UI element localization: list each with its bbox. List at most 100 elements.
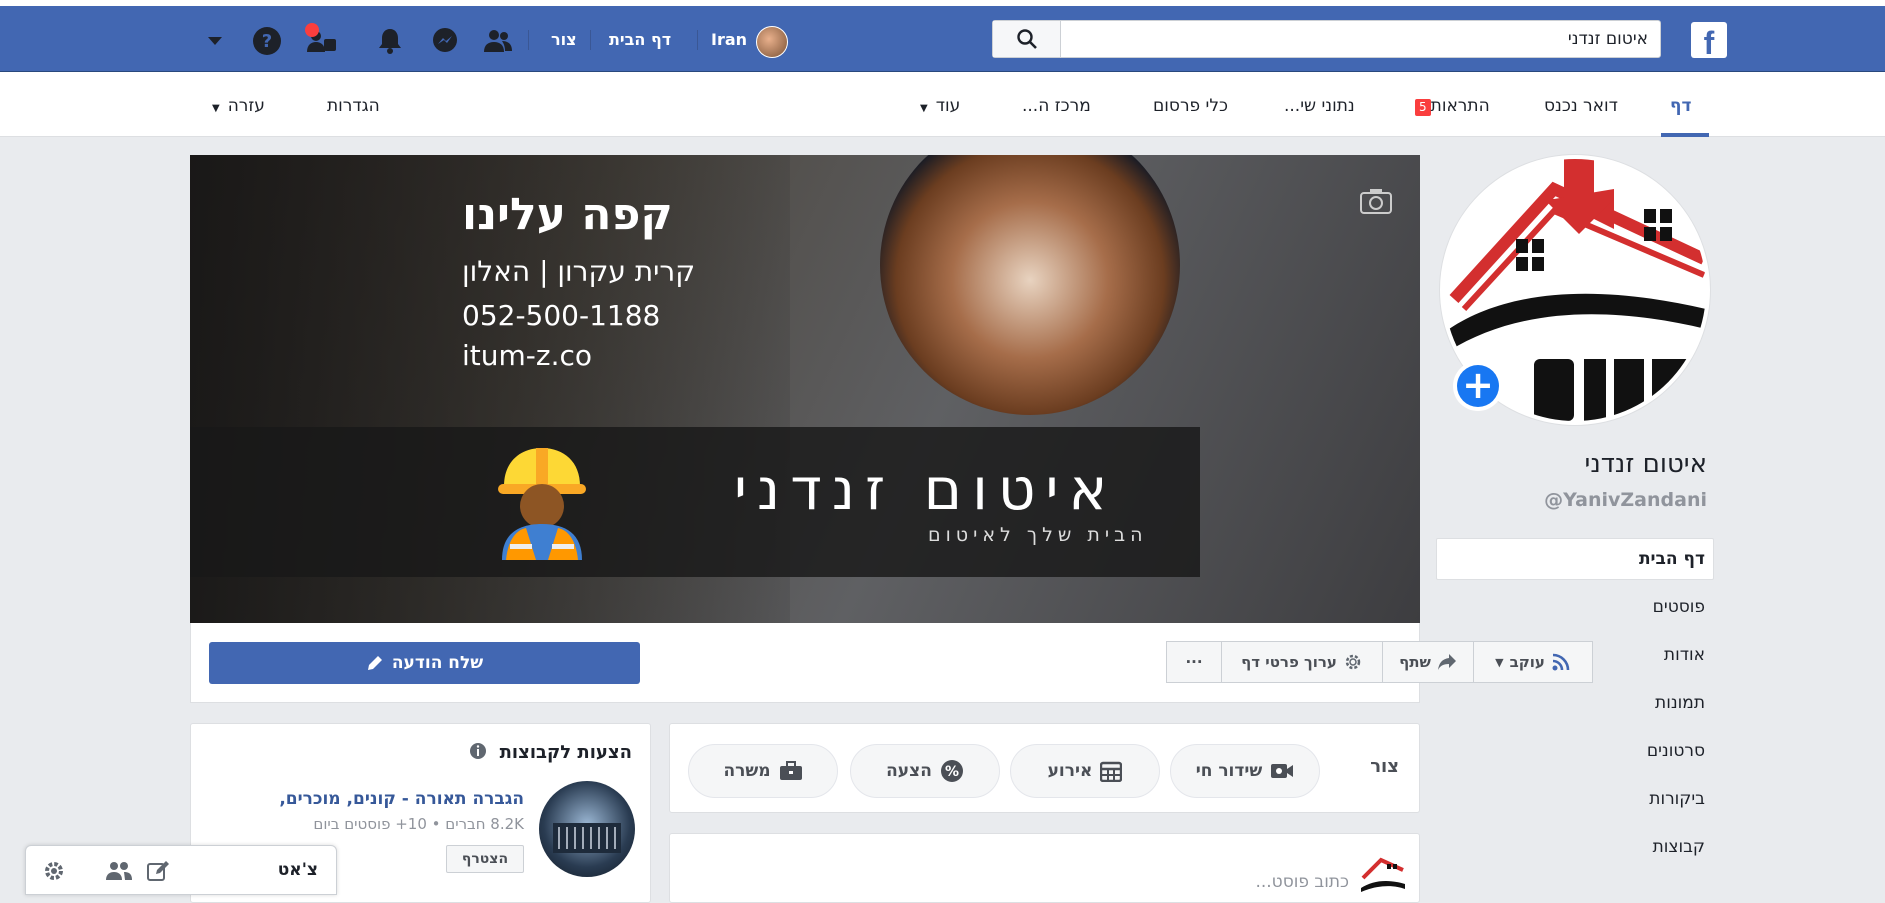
page-username[interactable]: @YanivZandani: [1544, 489, 1707, 511]
write-post-card: כתוב פוסט...: [669, 833, 1420, 903]
search-input[interactable]: [1060, 21, 1660, 57]
construction-worker-emoji-icon: [498, 448, 586, 560]
share-arrow-icon: [1437, 654, 1456, 670]
cover-website: itum-z.co: [462, 339, 593, 372]
group-name-link[interactable]: הגברה תאורה - קונים, מוכרים,: [279, 789, 524, 809]
offer-label: הצעה: [886, 761, 932, 781]
cover-photo[interactable]: קפה עלינו קרית עקרון | האלון 052-500-118…: [190, 155, 1420, 623]
notification-count-badge: 5: [1415, 99, 1431, 116]
tab-help[interactable]: ▼ עזרה: [212, 96, 265, 116]
plus-icon: +: [1457, 365, 1499, 407]
page-action-bar: שלח הודעה ··· ערוך פרטי דף שתף עוקב ▼: [190, 623, 1593, 703]
svg-text:%: %: [945, 764, 959, 780]
top-bar: f Iran דף הבית צור ?: [0, 0, 1885, 72]
tab-page[interactable]: דף: [1670, 96, 1691, 116]
info-icon[interactable]: [469, 742, 487, 760]
tab-settings[interactable]: הגדרות: [327, 96, 380, 116]
divider: [528, 30, 529, 50]
job-button[interactable]: משרה: [688, 744, 838, 798]
camera-icon[interactable]: [1360, 188, 1392, 214]
new-group-icon[interactable]: [106, 860, 132, 882]
event-label: אירוע: [1047, 761, 1093, 781]
create-label: צור: [1370, 756, 1399, 777]
cover-brand-title: איטום זנדני: [734, 455, 1118, 523]
send-message-label: שלח הודעה: [391, 653, 484, 673]
join-group-button[interactable]: הצטרף: [446, 845, 524, 873]
gear-icon: [1345, 654, 1361, 670]
edit-page-info-button[interactable]: ערוך פרטי דף: [1221, 641, 1383, 683]
group-suggestions-title: הצעות לקבוצות: [499, 742, 632, 763]
divider: [697, 30, 698, 50]
pencil-icon: [367, 656, 382, 670]
cover-headline: קפה עלינו: [462, 189, 673, 240]
sidebar-item-about[interactable]: אודות: [1664, 645, 1705, 665]
offer-button[interactable]: % הצעה: [850, 744, 1000, 798]
home-link[interactable]: דף הבית: [609, 28, 671, 52]
create-post-options-card: צור שידור חי אירוע % הצעה משרה: [669, 723, 1420, 813]
tab-more-label: עוד: [935, 96, 961, 116]
page-name: איטום זנדני: [1584, 449, 1707, 479]
dropdown-caret-icon: ▼: [920, 103, 928, 114]
sidebar-item-home[interactable]: דף הבית: [1639, 549, 1705, 569]
gear-icon[interactable]: [42, 859, 66, 883]
following-label: עוקב: [1509, 653, 1545, 671]
group-meta: 8.2K חברים • 10+ פוסטים ביום: [313, 815, 524, 833]
coffee-cup-image: [880, 155, 1180, 415]
tab-notifications[interactable]: 5 התראות: [1411, 96, 1490, 116]
search-icon: [1016, 29, 1037, 49]
notification-dot: [305, 23, 319, 37]
briefcase-icon: [779, 761, 802, 780]
percent-badge-icon: %: [940, 760, 963, 782]
svg-text:?: ?: [262, 31, 272, 52]
add-photo-button[interactable]: +: [1453, 361, 1503, 411]
messenger-icon[interactable]: [428, 24, 462, 58]
following-button[interactable]: עוקב ▼: [1473, 641, 1593, 683]
tab-ad-center[interactable]: מרכז ה...: [1022, 96, 1091, 116]
sidebar-item-posts[interactable]: פוסטים: [1653, 597, 1705, 617]
sidebar-item-videos[interactable]: סרטונים: [1647, 741, 1705, 761]
compose-icon[interactable]: [146, 860, 170, 882]
share-button[interactable]: שתף: [1382, 641, 1474, 683]
edit-page-info-label: ערוך פרטי דף: [1241, 653, 1337, 671]
account-menu-caret-icon[interactable]: [198, 24, 232, 58]
help-icon[interactable]: ?: [250, 24, 284, 58]
user-avatar[interactable]: [756, 26, 788, 58]
more-options-button[interactable]: ···: [1166, 641, 1222, 683]
search-button[interactable]: [993, 21, 1061, 57]
facebook-logo-icon[interactable]: f: [1691, 22, 1727, 58]
notifications-bell-icon[interactable]: [373, 24, 407, 58]
tab-help-label: עזרה: [227, 96, 265, 116]
calendar-icon: [1100, 761, 1123, 782]
tab-publishing-tools[interactable]: כלי פרסום: [1153, 96, 1228, 116]
send-message-button[interactable]: שלח הודעה: [209, 642, 640, 684]
tab-inbox[interactable]: דואר נכנס: [1544, 96, 1618, 116]
friend-requests-icon[interactable]: [481, 24, 515, 58]
page-admin-nav: דף דואר נכנס 5 התראות נתוני שי... כלי פרס…: [0, 72, 1885, 137]
mixing-console-icon: [553, 823, 621, 853]
group-thumbnail[interactable]: [539, 781, 635, 877]
event-button[interactable]: אירוע: [1010, 744, 1160, 798]
job-label: משרה: [723, 761, 771, 781]
active-tab-indicator: [1661, 133, 1709, 137]
live-video-label: שידור חי: [1195, 761, 1263, 781]
search-box: [992, 20, 1661, 58]
chat-label: צ'אט: [277, 860, 318, 880]
write-post-placeholder[interactable]: כתוב פוסט...: [1255, 872, 1349, 892]
profile-link[interactable]: Iran: [711, 28, 747, 52]
cover-phone: 052-500-1188: [462, 299, 661, 332]
share-label: שתף: [1399, 653, 1431, 671]
page-avatar-icon: [1361, 857, 1405, 892]
divider: [590, 30, 591, 50]
rss-follow-icon: [1552, 653, 1570, 671]
sidebar-item-groups[interactable]: קבוצות: [1653, 837, 1705, 857]
create-link[interactable]: צור: [551, 28, 577, 52]
tab-insights[interactable]: נתוני שי...: [1284, 96, 1355, 116]
tab-more[interactable]: ▼ עוד: [920, 96, 960, 116]
sidebar-item-photos[interactable]: תמונות: [1655, 693, 1705, 713]
live-video-button[interactable]: שידור חי: [1170, 744, 1320, 798]
cover-brand-subtitle: הבית שלך לאיטום: [928, 524, 1148, 546]
cover-location: קרית עקרון | האלון: [462, 255, 696, 288]
dropdown-caret-icon: ▼: [1495, 655, 1504, 669]
sidebar-item-reviews[interactable]: ביקורות: [1649, 789, 1705, 809]
tab-notifications-label: התראות: [1430, 96, 1490, 116]
